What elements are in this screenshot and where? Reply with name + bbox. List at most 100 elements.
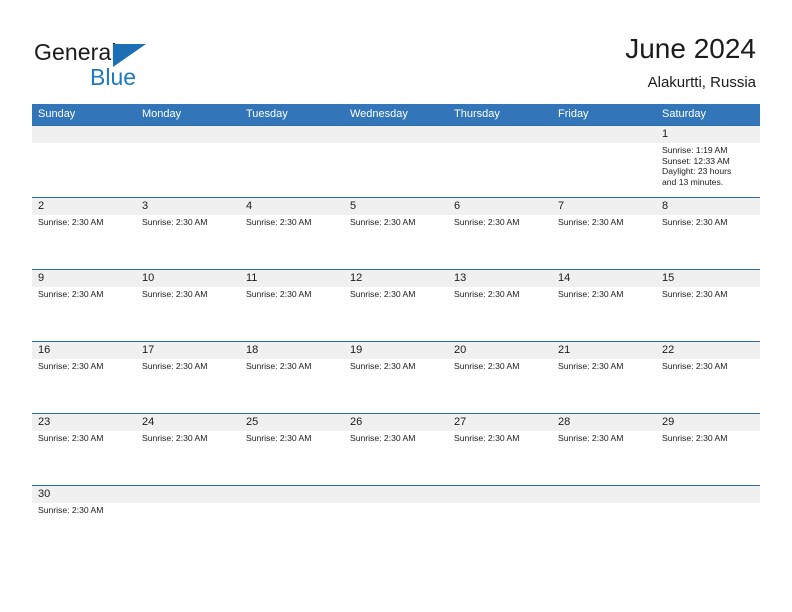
day-cell-2[interactable]: 2 Sunrise: 2:30 AM xyxy=(32,198,136,269)
day-cell-3[interactable]: 3 Sunrise: 2:30 AM xyxy=(136,198,240,269)
day-cell-empty xyxy=(448,126,552,197)
day-cell-10[interactable]: 10 Sunrise: 2:30 AM xyxy=(136,270,240,341)
day-sun-info: Sunrise: 2:30 AM xyxy=(38,289,133,300)
day-cell-22[interactable]: 22 Sunrise: 2:30 AM xyxy=(656,342,760,413)
day-cell-1[interactable]: 1 Sunrise: 1:19 AM Sunset: 12:33 AM Dayligh… xyxy=(656,126,760,197)
calendar-week-row: 2 Sunrise: 2:30 AM 3 Sunrise: 2:30 AM 4 Sunri… xyxy=(32,197,760,269)
day-number: 26 xyxy=(350,416,363,428)
weekday-header-row: Sunday Monday Tuesday Wednesday Thursday Frid… xyxy=(32,104,760,125)
day-number: 14 xyxy=(558,272,571,284)
day-sun-info: Sunrise: 2:30 AM xyxy=(558,289,653,300)
day-info-line: Sunrise: 2:30 AM xyxy=(246,217,312,227)
day-cell-14[interactable]: 14 Sunrise: 2:30 AM xyxy=(552,270,656,341)
day-cell-empty xyxy=(136,126,240,197)
location-subtitle: Alakurtti, Russia xyxy=(647,74,756,91)
day-cell-12[interactable]: 12 Sunrise: 2:30 AM xyxy=(344,270,448,341)
day-cell-21[interactable]: 21 Sunrise: 2:30 AM xyxy=(552,342,656,413)
weekday-header-wednesday: Wednesday xyxy=(350,108,408,120)
day-number: 20 xyxy=(454,344,467,356)
day-sun-info: Sunrise: 2:30 AM xyxy=(558,433,653,444)
calendar-grid: Sunday Monday Tuesday Wednesday Thursday Frid… xyxy=(32,104,760,525)
day-cell-13[interactable]: 13 Sunrise: 2:30 AM xyxy=(448,270,552,341)
day-number: 6 xyxy=(454,200,461,212)
day-sun-info: Sunrise: 2:30 AM xyxy=(142,361,237,372)
day-sun-info: Sunrise: 2:30 AM xyxy=(38,433,133,444)
day-sun-info: Sunrise: 2:30 AM xyxy=(38,217,133,228)
day-cell-6[interactable]: 6 Sunrise: 2:30 AM xyxy=(448,198,552,269)
day-sun-info: Sunrise: 2:30 AM xyxy=(350,217,445,228)
day-sun-info: Sunrise: 2:30 AM xyxy=(350,433,445,444)
day-cell-11[interactable]: 11 Sunrise: 2:30 AM xyxy=(240,270,344,341)
day-cell-23[interactable]: 23 Sunrise: 2:30 AM xyxy=(32,414,136,485)
day-cell-29[interactable]: 29 Sunrise: 2:30 AM xyxy=(656,414,760,485)
day-cell-8[interactable]: 8 Sunrise: 2:30 AM xyxy=(656,198,760,269)
day-number: 28 xyxy=(558,416,571,428)
day-sun-info: Sunrise: 2:30 AM xyxy=(350,361,445,372)
day-number: 1 xyxy=(662,128,669,140)
day-sun-info: Sunrise: 2:30 AM xyxy=(38,505,133,516)
calendar-week-row: 23 Sunrise: 2:30 AM 24 Sunrise: 2:30 AM 25 Su… xyxy=(32,413,760,485)
day-sun-info: Sunrise: 2:30 AM xyxy=(350,289,445,300)
week-cells: 23 Sunrise: 2:30 AM 24 Sunrise: 2:30 AM 25 Su… xyxy=(32,414,760,485)
day-info-line: Sunrise: 2:30 AM xyxy=(142,361,208,371)
brand-name-blue: Blue xyxy=(90,64,137,90)
day-cell-15[interactable]: 15 Sunrise: 2:30 AM xyxy=(656,270,760,341)
day-cell-25[interactable]: 25 Sunrise: 2:30 AM xyxy=(240,414,344,485)
day-sun-info: Sunrise: 2:30 AM xyxy=(246,361,341,372)
day-sun-info: Sunrise: 2:30 AM xyxy=(662,217,757,228)
day-cell-20[interactable]: 20 Sunrise: 2:30 AM xyxy=(448,342,552,413)
calendar-page: General Blue June 2024 Alakurtti, Russia… xyxy=(0,0,792,612)
day-sun-info: Sunrise: 2:30 AM xyxy=(558,217,653,228)
day-cell-27[interactable]: 27 Sunrise: 2:30 AM xyxy=(448,414,552,485)
day-info-line: Sunrise: 2:30 AM xyxy=(662,289,728,299)
day-cell-4[interactable]: 4 Sunrise: 2:30 AM xyxy=(240,198,344,269)
calendar-week-row: 30 Sunrise: 2:30 AM xyxy=(32,485,760,525)
day-info-line: Sunrise: 2:30 AM xyxy=(142,433,208,443)
day-cell-7[interactable]: 7 Sunrise: 2:30 AM xyxy=(552,198,656,269)
day-cell-9[interactable]: 9 Sunrise: 2:30 AM xyxy=(32,270,136,341)
day-number: 11 xyxy=(246,272,258,284)
day-info-line: Sunrise: 2:30 AM xyxy=(558,361,624,371)
day-info-line: Sunrise: 2:30 AM xyxy=(662,217,728,227)
day-info-line: Sunrise: 2:30 AM xyxy=(38,217,104,227)
day-cell-26[interactable]: 26 Sunrise: 2:30 AM xyxy=(344,414,448,485)
day-sun-info: Sunrise: 2:30 AM xyxy=(246,217,341,228)
day-sun-info: Sunrise: 2:30 AM xyxy=(38,361,133,372)
day-info-line: Sunrise: 2:30 AM xyxy=(662,433,728,443)
day-cell-30[interactable]: 30 Sunrise: 2:30 AM xyxy=(32,486,136,525)
day-number: 7 xyxy=(558,200,565,212)
day-cell-18[interactable]: 18 Sunrise: 2:30 AM xyxy=(240,342,344,413)
day-number: 22 xyxy=(662,344,675,356)
day-cell-17[interactable]: 17 Sunrise: 2:30 AM xyxy=(136,342,240,413)
week-cells: 1 Sunrise: 1:19 AM Sunset: 12:33 AM Dayligh… xyxy=(32,126,760,197)
day-cell-24[interactable]: 24 Sunrise: 2:30 AM xyxy=(136,414,240,485)
day-cell-empty xyxy=(552,126,656,197)
day-info-line: Sunrise: 2:30 AM xyxy=(350,433,416,443)
day-info-line: Sunrise: 2:30 AM xyxy=(246,433,312,443)
day-number: 19 xyxy=(350,344,363,356)
day-sun-info: Sunrise: 2:30 AM xyxy=(454,361,549,372)
day-cell-empty xyxy=(448,486,552,525)
day-number: 12 xyxy=(350,272,363,284)
week-cells: 9 Sunrise: 2:30 AM 10 Sunrise: 2:30 AM 11 Sun… xyxy=(32,270,760,341)
day-cell-19[interactable]: 19 Sunrise: 2:30 AM xyxy=(344,342,448,413)
day-cell-empty xyxy=(344,486,448,525)
day-sun-info: Sunrise: 2:30 AM xyxy=(662,433,757,444)
day-cell-16[interactable]: 16 Sunrise: 2:30 AM xyxy=(32,342,136,413)
day-info-line: Sunrise: 2:30 AM xyxy=(38,289,104,299)
day-cell-empty xyxy=(552,486,656,525)
week-cells: 2 Sunrise: 2:30 AM 3 Sunrise: 2:30 AM 4 Sunri… xyxy=(32,198,760,269)
day-number: 5 xyxy=(350,200,357,212)
day-info-line: Daylight: 23 hours xyxy=(662,166,732,177)
day-number: 27 xyxy=(454,416,467,428)
day-info-line: Sunrise: 2:30 AM xyxy=(454,433,520,443)
day-cell-28[interactable]: 28 Sunrise: 2:30 AM xyxy=(552,414,656,485)
day-sun-info: Sunrise: 2:30 AM xyxy=(142,433,237,444)
day-sun-info: Sunrise: 2:30 AM xyxy=(142,289,237,300)
day-sun-info: Sunrise: 2:30 AM xyxy=(662,289,757,300)
general-blue-logo[interactable]: General Blue xyxy=(34,40,234,92)
brand-name-general: General xyxy=(34,39,117,65)
day-info-line: Sunrise: 2:30 AM xyxy=(38,505,104,515)
day-cell-5[interactable]: 5 Sunrise: 2:30 AM xyxy=(344,198,448,269)
day-number: 2 xyxy=(38,200,45,212)
